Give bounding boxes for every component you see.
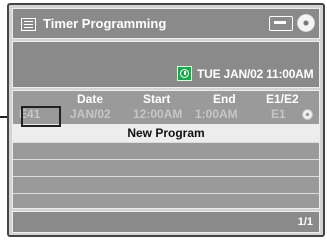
disc-icon <box>297 14 315 32</box>
date-status-bar: TUE JAN/02 11:00AM <box>12 41 320 88</box>
footer-bar: 1/1 <box>12 211 320 233</box>
menu-icon <box>21 18 36 31</box>
column-header-e1e2: E1/E2 <box>266 92 299 106</box>
clock-icon <box>177 66 192 81</box>
column-header-end: End <box>213 92 236 106</box>
page-indicator: 1/1 <box>297 216 313 228</box>
column-header-date: Date <box>77 92 104 106</box>
disc-icon <box>302 109 313 120</box>
program-e1e2: E1 <box>271 107 286 121</box>
table-row[interactable] <box>13 142 319 159</box>
window-title: Timer Programming <box>43 16 167 31</box>
program-end: 1:00AM <box>195 107 238 121</box>
media-icon <box>269 16 293 31</box>
title-bar: Timer Programming <box>12 8 320 39</box>
table-row[interactable] <box>13 159 319 176</box>
table-row[interactable] <box>13 193 319 210</box>
new-program-label: New Program <box>127 126 205 140</box>
e41-highlight-box <box>21 106 61 127</box>
column-header-start: Start <box>143 92 171 106</box>
current-datetime: TUE JAN/02 11:00AM <box>197 67 314 81</box>
program-start: 12:00AM <box>133 107 183 121</box>
table-row[interactable] <box>13 176 319 193</box>
program-date: JAN/02 <box>70 107 111 121</box>
